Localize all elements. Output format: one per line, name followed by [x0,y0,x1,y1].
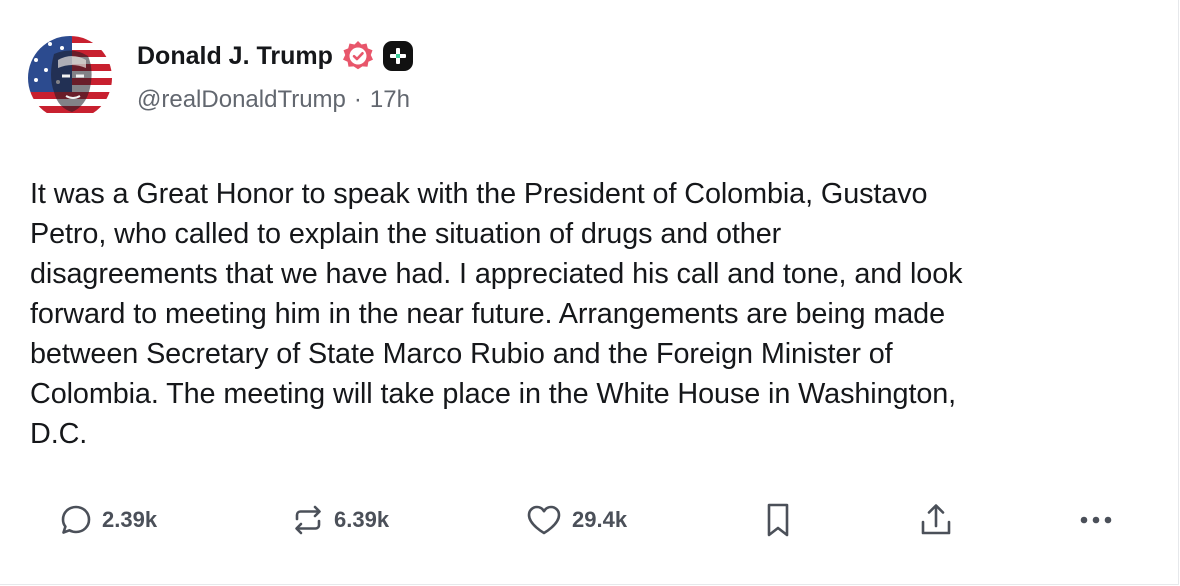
like-button[interactable]: 29.4k [524,498,627,542]
meta-separator: · [353,86,362,113]
post-card: Donald J. Trump @realDonaldTrump · 17h I… [0,0,1179,585]
author-handle[interactable]: @realDonaldTrump [137,86,346,114]
plus-badge-icon [382,41,413,71]
more-options-button[interactable] [1076,498,1116,542]
share-button[interactable] [916,498,956,542]
bookmark-icon [760,500,796,540]
like-count: 29.4k [572,507,628,532]
more-icon [1076,510,1116,530]
bookmark-button[interactable] [760,498,796,542]
author-name-row: Donald J. Trump [137,38,413,74]
repost-button[interactable]: 6.39k [290,498,389,542]
heart-icon [524,502,564,538]
post-text-line: forward to meeting him in the near futur… [30,298,946,330]
post-text-line: Petro, who called to explain the situati… [30,218,782,250]
post-text-line: Colombia. The meeting will take place in… [30,378,957,410]
post-text-line: between Secretary of State Marco Rubio a… [30,338,893,370]
avatar[interactable] [28,36,112,120]
flag-portrait-image [28,36,112,120]
reply-count: 2.39k [102,507,158,532]
post-text-line: It was a Great Honor to speak with the P… [30,178,928,210]
reply-icon [58,502,94,538]
author-display-name[interactable]: Donald J. Trump [137,42,333,71]
reply-button[interactable]: 2.39k [58,498,157,542]
share-icon [916,500,956,540]
post-text-line: disagreements that we have had. I apprec… [30,258,963,290]
action-bar: 2.39k 6.39k 29.4k [0,498,1178,542]
repost-count: 6.39k [334,507,390,532]
repost-icon [290,502,326,538]
post-text-line: D.C. [30,418,88,450]
post-timestamp[interactable]: 17h [370,86,410,114]
author-meta-row: @realDonaldTrump · 17h [137,86,410,114]
post-body: It was a Great Honor to speak with the P… [30,174,1150,454]
verified-badge-icon [341,39,375,73]
